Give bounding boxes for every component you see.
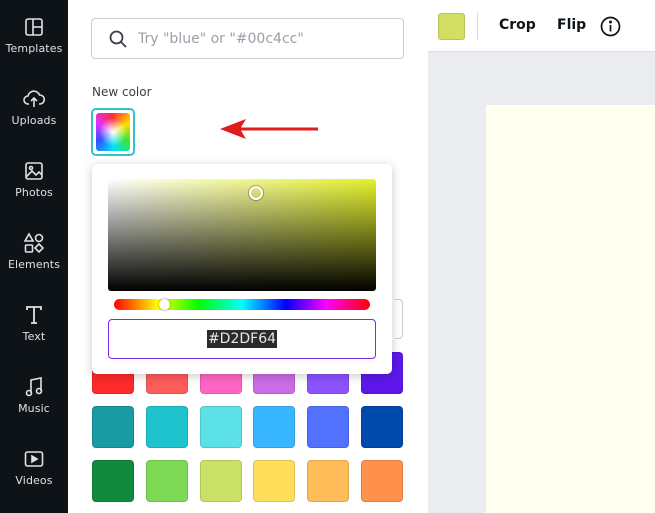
sidebar-item-uploads[interactable]: Uploads <box>0 72 68 144</box>
palette-swatch[interactable] <box>146 406 188 448</box>
sidebar-item-label: Music <box>18 402 50 415</box>
color-picker-popover: #D2DF64 <box>92 164 392 374</box>
hex-value[interactable]: #D2DF64 <box>206 330 278 348</box>
color-search-box[interactable] <box>91 18 404 59</box>
sidebar-item-photos[interactable]: Photos <box>0 144 68 216</box>
top-toolbar: Crop Flip <box>428 0 655 52</box>
photo-icon <box>25 162 43 180</box>
palette-swatch[interactable] <box>307 406 349 448</box>
design-page[interactable] <box>486 105 655 513</box>
saturation-value-thumb[interactable] <box>249 186 263 200</box>
palette-swatch[interactable] <box>253 406 295 448</box>
flip-button[interactable]: Flip <box>557 17 586 33</box>
palette-swatch[interactable] <box>146 460 188 502</box>
palette-swatch[interactable] <box>307 460 349 502</box>
hue-slider-thumb[interactable] <box>159 299 170 310</box>
hue-slider[interactable] <box>114 299 370 310</box>
crop-button[interactable]: Crop <box>499 17 536 33</box>
new-color-button[interactable] <box>91 108 135 156</box>
hidden-input-edge <box>395 299 403 339</box>
sidebar-item-label: Videos <box>15 474 53 487</box>
video-icon <box>24 451 44 467</box>
sidebar-item-elements[interactable]: Elements <box>0 216 68 288</box>
sidebar-item-templates[interactable]: Templates <box>0 0 68 72</box>
left-rail: Templates Uploads Photos Elements Text M… <box>0 0 68 513</box>
text-color-button[interactable] <box>438 13 465 40</box>
saturation-value-area[interactable] <box>108 179 376 291</box>
info-icon[interactable] <box>600 16 621 37</box>
palette-swatch[interactable] <box>253 460 295 502</box>
sidebar-item-videos[interactable]: Videos <box>0 432 68 504</box>
templates-icon <box>25 18 43 36</box>
palette-swatch[interactable] <box>361 460 403 502</box>
rainbow-swatch-icon <box>96 113 130 151</box>
upload-cloud-icon <box>23 90 45 107</box>
search-input[interactable] <box>138 30 378 47</box>
palette-swatch[interactable] <box>92 406 134 448</box>
palette-swatch[interactable] <box>200 460 242 502</box>
palette-swatch[interactable] <box>92 460 134 502</box>
shapes-icon <box>23 232 45 254</box>
music-note-icon <box>25 377 43 397</box>
sidebar-item-label: Elements <box>7 258 61 271</box>
palette-swatch[interactable] <box>200 406 242 448</box>
sidebar-item-label: Photos <box>15 186 53 199</box>
new-color-label: New color <box>92 85 152 99</box>
hex-input[interactable]: #D2DF64 <box>108 319 376 359</box>
red-arrow-annotation-icon <box>220 119 318 139</box>
search-icon <box>109 30 127 48</box>
sidebar-item-label: Text <box>22 330 46 343</box>
toolbar-divider <box>477 12 478 40</box>
sidebar-item-text[interactable]: Text <box>0 288 68 360</box>
sidebar-item-music[interactable]: Music <box>0 360 68 432</box>
sidebar-item-label: Uploads <box>11 114 57 127</box>
palette-swatch[interactable] <box>361 406 403 448</box>
text-icon <box>26 306 42 324</box>
sidebar-item-label: Templates <box>5 42 63 55</box>
